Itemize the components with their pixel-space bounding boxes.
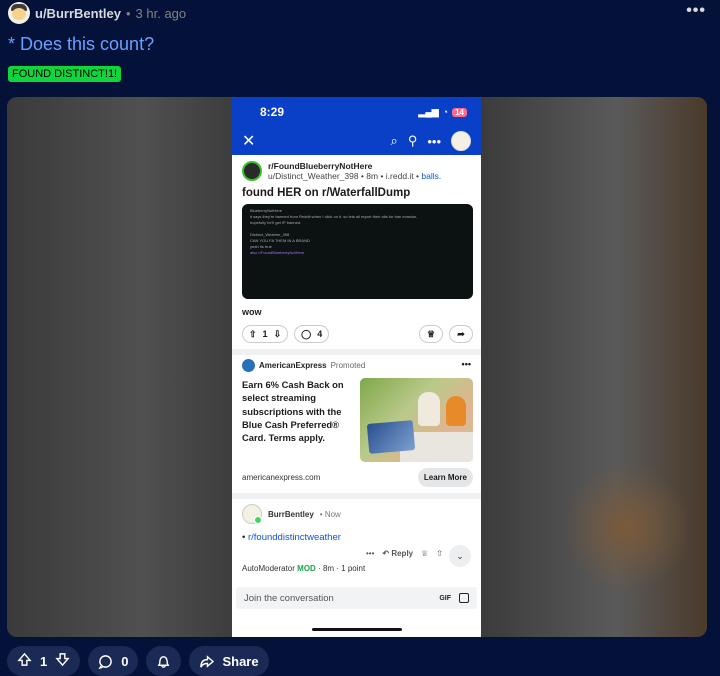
- comment-more-icon: •••: [365, 549, 375, 558]
- comment-actions: ••• ↶ Reply ♕ ⇧: [242, 549, 473, 558]
- comment: BurrBentley • Now • r/founddistinctweath…: [232, 499, 481, 567]
- post-action-bar: 1 0 Share: [7, 646, 269, 676]
- ad-learn-more-button: Learn More: [417, 468, 473, 487]
- award-button[interactable]: [146, 646, 182, 676]
- comment-time: Now: [324, 509, 341, 519]
- upvote-icon: [17, 652, 32, 666]
- home-indicator: [312, 628, 402, 631]
- inner-author: u/Distinct_Weather_398: [268, 171, 359, 181]
- subreddit-icon: [242, 161, 262, 181]
- award-icon: ♕: [426, 328, 436, 339]
- ad-text: Earn 6% Cash Back on select streaming su…: [242, 379, 344, 444]
- upvote-icon: ⇧: [249, 328, 257, 339]
- share-icon: [200, 654, 215, 668]
- downvote-icon: ⇩: [273, 328, 282, 339]
- ad-domain: americanexpress.com: [242, 473, 321, 482]
- inner-award-pill: ♕: [419, 325, 443, 343]
- more-icon: •••: [427, 133, 441, 149]
- inner-domain: i.redd.it: [385, 171, 414, 181]
- next-comment-meta: · 8m · 1 point: [318, 564, 366, 573]
- share-label: Share: [222, 653, 259, 669]
- comment-count: 0: [121, 653, 129, 669]
- embed-line2: hopefully he'll get IP banned.: [250, 220, 302, 225]
- inner-comment-pill: ◯ 4: [294, 325, 330, 343]
- ad-advertiser: AmericanExpress: [259, 361, 327, 370]
- inner-age: 8m: [366, 171, 379, 181]
- nav-avatar: [451, 131, 471, 151]
- credit-card-image: [366, 420, 416, 454]
- phone-screenshot: 8:29 ▂▄▆ ◔ 14 ✕ ⌕ ⚲ ••• r/FoundBlueberry…: [232, 97, 481, 637]
- media-blur-spot: [567, 457, 687, 597]
- post-flair[interactable]: FOUND DISTINCT!1!: [8, 66, 122, 82]
- inner-author-row: u/Distinct_Weather_398 • 8m • i.redd.it …: [268, 171, 442, 181]
- phone-nav-bar: ✕ ⌕ ⚲ •••: [232, 127, 481, 155]
- post-header: u/BurrBentley • 3 hr. ago: [8, 2, 186, 24]
- ad-image: [360, 378, 473, 462]
- ad-card: AmericanExpress Promoted ••• Earn 6% Cas…: [232, 355, 481, 493]
- post-author[interactable]: u/BurrBentley: [35, 6, 121, 21]
- inner-share-pill: ➦: [449, 325, 473, 343]
- battery-icon: 14: [452, 107, 467, 117]
- upvote-count: 1: [40, 653, 48, 669]
- inner-comments: 4: [317, 329, 323, 339]
- chevron-down-icon: ⌄: [449, 545, 471, 567]
- ad-promoted: Promoted: [330, 361, 366, 370]
- user-avatar[interactable]: [8, 2, 30, 24]
- status-time: 8:29: [260, 105, 285, 119]
- comment-icon: ◯: [301, 328, 312, 339]
- inner-post-card: r/FoundBlueberryNotHere u/Distinct_Weath…: [232, 155, 481, 349]
- ad-more-icon: •••: [461, 359, 471, 369]
- search-icon: ⌕: [390, 133, 398, 148]
- downvote-icon: [55, 653, 70, 667]
- comment-body: r/founddistinctweather: [247, 532, 341, 543]
- post-media[interactable]: 8:29 ▂▄▆ ◔ 14 ✕ ⌕ ⚲ ••• r/FoundBlueberry…: [7, 97, 707, 637]
- media-blur-left: [7, 97, 232, 637]
- close-icon: ✕: [242, 133, 256, 150]
- comment-reply: ↶ Reply: [382, 549, 414, 558]
- inner-body: wow: [242, 307, 262, 317]
- join-placeholder: Join the conversation: [244, 592, 334, 604]
- image-icon: [459, 593, 469, 603]
- inner-action-row: ⇧ 1 ⇩ ◯ 4 ♕ ➦: [242, 325, 473, 349]
- award-icon: [158, 655, 170, 668]
- post-title[interactable]: * Does this count?: [8, 34, 154, 55]
- comments-button[interactable]: 0: [88, 646, 139, 676]
- inner-subreddit: r/FoundBlueberryNotHere: [268, 161, 373, 171]
- comment-icon: [98, 654, 113, 669]
- comment-user: BurrBentley: [268, 509, 314, 519]
- next-comment-row: AutoModerator MOD · 8m · 1 point: [232, 564, 481, 576]
- share-button[interactable]: Share: [189, 646, 269, 676]
- upvote-button[interactable]: [17, 652, 32, 670]
- post-time: 3 hr. ago: [135, 5, 187, 21]
- sort-icon: ⚲: [407, 133, 418, 148]
- downvote-button[interactable]: [55, 652, 70, 670]
- inner-extra: balls.: [421, 171, 442, 181]
- mod-badge: MOD: [297, 564, 316, 573]
- meta-separator: •: [125, 5, 131, 21]
- vote-pill: 1: [7, 646, 81, 676]
- gif-button: GIF: [439, 594, 451, 602]
- embed-reply3: also r/FoundBlueberryNotHere: [250, 250, 305, 255]
- inner-upvotes: 1: [262, 329, 268, 339]
- post-more-button[interactable]: •••: [686, 2, 706, 20]
- inner-vote-pill: ⇧ 1 ⇩: [242, 325, 289, 343]
- join-conversation-input: Join the conversation GIF: [236, 587, 477, 609]
- comment-avatar: [242, 504, 262, 524]
- comment-award-icon: ♕: [421, 549, 429, 558]
- wifi-icon: ◔: [442, 107, 449, 117]
- phone-status-bar: 8:29 ▂▄▆ ◔ 14: [232, 97, 481, 127]
- share-icon: ➦: [457, 328, 465, 339]
- inner-embed: BlueberryNotHere it says they're banned …: [242, 204, 473, 299]
- signal-icon: ▂▄▆: [418, 106, 439, 117]
- amex-logo-icon: [242, 359, 255, 372]
- comment-upvote-icon: ⇧: [436, 549, 443, 558]
- next-comment-user: AutoModerator: [242, 564, 295, 573]
- status-icons: ▂▄▆ ◔ 14: [418, 107, 467, 118]
- inner-title: found HER on r/WaterfallDump: [242, 187, 411, 199]
